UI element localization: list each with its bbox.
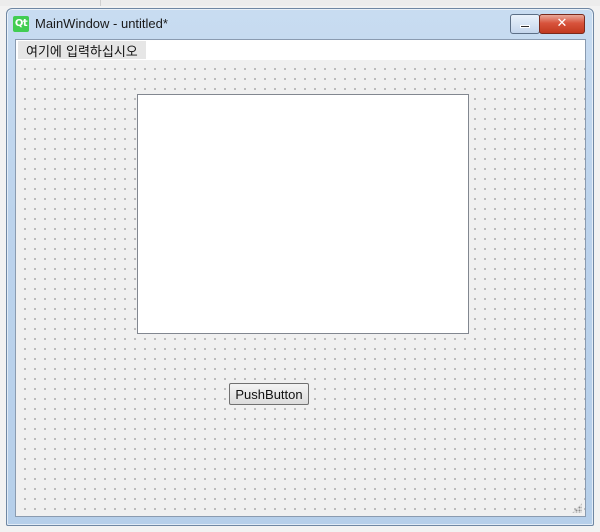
main-window: Qt MainWindow - untitled* ✕ 여기에 입력하십시오 P… [6,8,594,526]
minimize-icon [520,25,530,28]
text-edit-widget[interactable] [137,94,469,334]
minimize-button[interactable] [510,14,540,34]
push-button[interactable]: PushButton [229,383,309,405]
close-icon: ✕ [556,16,568,31]
menu-bar: 여기에 입력하십시오 [16,40,585,60]
ruler-tick [100,0,101,6]
menu-placeholder-item[interactable]: 여기에 입력하십시오 [18,41,146,60]
close-button[interactable]: ✕ [539,14,585,34]
form-canvas[interactable]: 여기에 입력하십시오 PushButton [15,39,586,517]
qt-logo-icon: Qt [13,16,29,32]
size-grip-icon[interactable] [572,503,582,513]
designer-canvas-edge [0,0,600,6]
window-title: MainWindow - untitled* [35,16,168,31]
title-bar[interactable]: Qt MainWindow - untitled* ✕ [7,9,593,39]
